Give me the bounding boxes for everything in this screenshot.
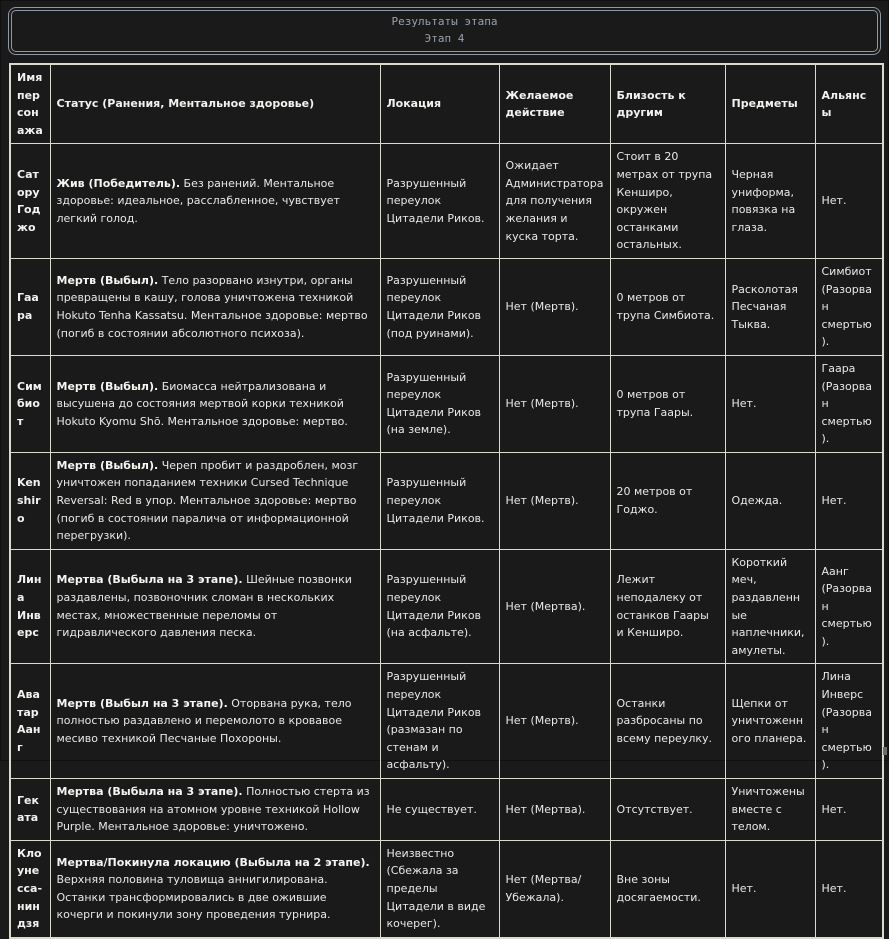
table-row: Лина Инверс Мертва (Выбыла на 3 этапе). Ш… [9,548,884,665]
table-row: Геката Мертва (Выбыла на 3 этапе). Полнос… [9,777,884,841]
table-row: Сатору Годжо Жив (Победитель). Без ранени… [9,143,884,259]
proximity-cell: 0 метров от трупа Симбиота. [609,257,726,356]
location-cell: Разрушенный переулок Цитадели Риков. [379,143,500,259]
items-cell: Черная униформа, повязка на глаза. [724,143,816,259]
location-cell: Разрушенный переулок Цитадели Риков (раз… [379,663,500,779]
table-header-row: Имя персонажа Статус (Ранения, Ментальное… [9,63,884,145]
items-cell: Щепки от уничтоженного планера. [724,663,816,779]
character-name: Kenshiro [9,451,51,550]
column-header-location: Локация [379,63,500,145]
proximity-cell: Отсутствует. [609,777,726,841]
status-lead: Мертва/Покинула локацию (Выбыла на 2 эта… [56,855,370,869]
results-table: Имя персонажа Статус (Ранения, Ментальное… [9,63,884,939]
status-cell: Мертва (Выбыла на 3 этапе). Шейные позво… [49,548,381,665]
desired-action-cell: Нет (Мертв). [498,663,611,779]
alliances-cell: Нет. [814,143,884,259]
status-lead: Мертва (Выбыла на 3 этапе). [56,784,243,798]
table-row: Симбиот Мертв (Выбыл). Биомасса нейтрализ… [9,354,884,453]
stage-number: Этап 4 [424,31,465,45]
alliances-cell: Аанг (Разорван смертью). [814,548,884,665]
status-lead: Мертв (Выбыл на 3 этапе). [56,696,228,710]
items-cell: Нет. [724,839,816,939]
character-name: Геката [9,777,51,841]
character-name: Симбиот [9,354,51,453]
items-cell: Уничтожены вместе с телом. [724,777,816,841]
status-cell: Мертва (Выбыла на 3 этапе). Полностью ст… [49,777,381,841]
character-name: Лина Инверс [9,548,51,665]
proximity-cell: Останки разбросаны по всему переулку. [609,663,726,779]
alliances-cell: Симбиот (Разорван смертью). [814,257,884,356]
scrollbar-nub[interactable] [883,747,887,755]
items-cell: Короткий меч, раздавленные наплечники, а… [724,548,816,665]
proximity-cell: 0 метров от трупа Гаары. [609,354,726,453]
desired-action-cell: Нет (Мертв). [498,451,611,550]
status-detail: Верхняя половина туловища аннигилирована… [56,873,331,922]
status-cell: Мертв (Выбыл на 3 этапе). Оторвана рука,… [49,663,381,779]
stage-results-header-box: Результаты этапа Этап 4 [8,7,881,55]
alliances-cell: Нет. [814,839,884,939]
character-name: Клоунесса-ниндзя [9,839,51,939]
location-cell: Разрушенный переулок Цитадели Риков. [379,451,500,550]
table-row: Клоунесса-ниндзя Мертва/Покинула локацию … [9,839,884,939]
proximity-cell: Вне зоны досягаемости. [609,839,726,939]
status-cell: Мертв (Выбыл). Биомасса нейтрализована и… [49,354,381,453]
desired-action-cell: Нет (Мертв). [498,257,611,356]
location-cell: Разрушенный переулок Цитадели Риков (под… [379,257,500,356]
character-name: Гаара [9,257,51,356]
alliances-cell: Нет. [814,451,884,550]
alliances-cell: Лина Инверс (Разорван смертью). [814,663,884,779]
alliances-cell: Нет. [814,777,884,841]
proximity-cell: Стоит в 20 метрах от трупа Кенширо, окру… [609,143,726,259]
status-lead: Мертв (Выбыл). [56,379,159,393]
desired-action-cell: Ожидает Администратора для получения жел… [498,143,611,259]
status-lead: Мертва (Выбыла на 3 этапе). [56,573,243,587]
character-name: Сатору Годжо [9,143,51,259]
status-lead: Жив (Победитель). [56,176,181,190]
proximity-cell: 20 метров от Годжо. [609,451,726,550]
status-lead: Мертв (Выбыл). [56,273,159,287]
status-cell: Мертв (Выбыл). Череп пробит и раздроблен… [49,451,381,550]
desired-action-cell: Нет (Мертва). [498,548,611,665]
table-row: Аватар Аанг Мертв (Выбыл на 3 этапе). Ото… [9,663,884,779]
column-header-alliances: Альянсы [814,63,884,145]
proximity-cell: Лежит неподалеку от останков Гаары и Кен… [609,548,726,665]
status-cell: Мертва/Покинула локацию (Выбыла на 2 эта… [49,839,381,939]
column-header-items: Предметы [724,63,816,145]
desired-action-cell: Нет (Мертва/Убежала). [498,839,611,939]
column-header-name: Имя персонажа [9,63,51,145]
items-cell: Одежда. [724,451,816,550]
location-cell: Не существует. [379,777,500,841]
items-cell: Расколотая Песчаная Тыква. [724,257,816,356]
column-header-proximity: Близость к другим [609,63,726,145]
stage-results-title: Результаты этапа [391,15,498,28]
table-row: Kenshiro Мертв (Выбыл). Череп пробит и ра… [9,451,884,550]
stage-results-header-inner: Результаты этапа Этап 4 [11,10,878,52]
location-cell: Разрушенный переулок Цитадели Риков (на … [379,548,500,665]
location-cell: Неизвестно (Сбежала за пределы Цитадели … [379,839,500,939]
character-name: Аватар Аанг [9,663,51,779]
location-cell: Разрушенный переулок Цитадели Риков (на … [379,354,500,453]
column-header-action: Желаемое действие [498,63,611,145]
status-cell: Жив (Победитель). Без ранений. Ментально… [49,143,381,259]
desired-action-cell: Нет (Мертв). [498,354,611,453]
desired-action-cell: Нет (Мертва). [498,777,611,841]
table-row: Гаара Мертв (Выбыл). Тело разорвано изнут… [9,257,884,356]
column-header-status: Статус (Ранения, Ментальное здоровье) [49,63,381,145]
alliances-cell: Гаара (Разорван смертью). [814,354,884,453]
status-cell: Мертв (Выбыл). Тело разорвано изнутри, о… [49,257,381,356]
status-lead: Мертв (Выбыл). [56,458,159,472]
items-cell: Нет. [724,354,816,453]
